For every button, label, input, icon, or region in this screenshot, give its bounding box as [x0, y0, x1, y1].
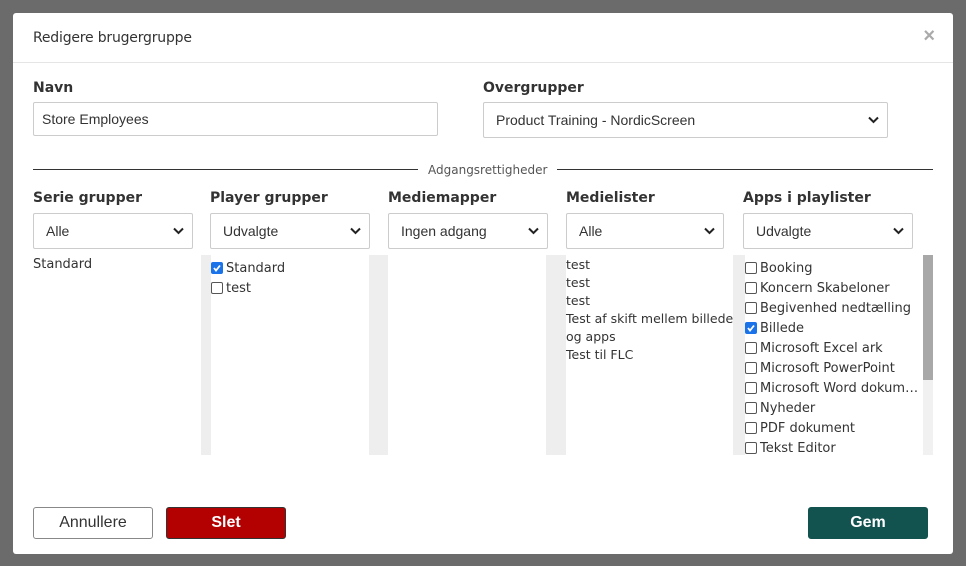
app-item-label: Microsoft PowerPoint: [760, 360, 895, 376]
apps-list-content: Booking Koncern Skabeloner Begivenhed nedt…: [745, 255, 923, 455]
list-item[interactable]: Standard: [33, 255, 193, 273]
checkbox[interactable]: [745, 302, 757, 314]
chevron-down-icon: [528, 227, 539, 235]
close-icon[interactable]: ×: [923, 26, 935, 46]
app-item-label: PDF dokument: [760, 420, 856, 436]
list-item[interactable]: PDF dokument: [745, 418, 923, 438]
parent-group-select[interactable]: Product Training - NordicScreen: [483, 102, 888, 138]
save-button[interactable]: Gem: [808, 507, 928, 539]
checkbox[interactable]: [745, 342, 757, 354]
app-item-label: Billede: [760, 320, 805, 336]
list-item[interactable]: Nyheder: [745, 398, 923, 418]
chevron-down-icon: [868, 116, 879, 124]
media-lists-list: test test test Test af skift mellem bill…: [556, 255, 734, 455]
apps-select[interactable]: Udvalgte: [743, 213, 913, 249]
checkbox[interactable]: [211, 282, 223, 294]
delete-button[interactable]: Slet: [166, 507, 286, 539]
checkbox[interactable]: [745, 442, 757, 454]
checkbox[interactable]: [745, 402, 757, 414]
apps-value: Udvalgte: [756, 223, 812, 239]
player-groups-list: Standard test: [201, 255, 379, 455]
app-item-label: Booking: [760, 260, 813, 276]
series-groups-value: Alle: [46, 223, 70, 239]
series-groups-select[interactable]: Alle: [33, 213, 193, 249]
list-item[interactable]: Microsoft Excel ark: [745, 338, 923, 358]
list-item[interactable]: og apps: [566, 327, 734, 345]
checkbox[interactable]: [745, 382, 757, 394]
app-item-label: Microsoft Word dokum…: [760, 380, 919, 396]
series-groups-label: Serie grupper: [33, 190, 142, 206]
media-lists-list-content: test test test Test af skift mellem bill…: [566, 255, 734, 455]
list-item[interactable]: Standard: [211, 258, 369, 278]
list-item[interactable]: Tekst Editor: [745, 438, 923, 455]
app-item-label: Koncern Skabeloner: [760, 280, 890, 296]
checkbox[interactable]: [745, 422, 757, 434]
player-groups-select[interactable]: Udvalgte: [210, 213, 370, 249]
app-item-label: Begivenhed nedtælling: [760, 300, 912, 316]
checkbox-checked[interactable]: [211, 262, 223, 274]
list-item[interactable]: test: [566, 273, 734, 291]
list-item[interactable]: Koncern Skabeloner: [745, 278, 923, 298]
media-lists-label: Medielister: [566, 190, 655, 206]
name-label: Navn: [33, 80, 74, 96]
checkbox[interactable]: [745, 262, 757, 274]
list-item[interactable]: Billede: [745, 318, 923, 338]
chevron-down-icon: [173, 227, 184, 235]
cancel-button[interactable]: Annullere: [33, 507, 153, 539]
app-item-label: Nyheder: [760, 400, 816, 416]
list-item[interactable]: Test af skift mellem billede: [566, 309, 734, 327]
media-lists-select[interactable]: Alle: [566, 213, 724, 249]
name-input[interactable]: Store Employees: [33, 102, 438, 136]
list-item[interactable]: Test til FLC: [566, 345, 734, 363]
apps-scrollbar[interactable]: [923, 255, 933, 455]
dialog-title: Redigere brugergruppe: [33, 30, 192, 46]
list-item[interactable]: test: [211, 278, 369, 298]
app-item-label: Tekst Editor: [760, 440, 836, 456]
chevron-down-icon: [893, 227, 904, 235]
section-divider-label: Adgangsrettigheder: [418, 163, 558, 177]
chevron-down-icon: [350, 227, 361, 235]
edit-user-group-dialog: Redigere brugergruppe × Navn Store Emplo…: [13, 13, 953, 554]
media-folders-list-content: [388, 255, 546, 455]
apps-label: Apps i playlister: [743, 190, 871, 206]
series-groups-list: Standard: [33, 255, 193, 455]
player-groups-label: Player grupper: [210, 190, 328, 206]
checkbox-checked[interactable]: [745, 322, 757, 334]
checkbox[interactable]: [745, 362, 757, 374]
list-item[interactable]: Begivenhed nedtælling: [745, 298, 923, 318]
app-item-label: Microsoft Excel ark: [760, 340, 883, 356]
media-folders-label: Mediemapper: [388, 190, 497, 206]
list-item[interactable]: Microsoft PowerPoint: [745, 358, 923, 378]
media-folders-value: Ingen adgang: [401, 223, 487, 239]
list-item[interactable]: test: [566, 291, 734, 309]
media-lists-value: Alle: [579, 223, 603, 239]
list-item[interactable]: Microsoft Word dokum…: [745, 378, 923, 398]
parent-group-value: Product Training - NordicScreen: [496, 112, 696, 128]
player-groups-list-content: Standard test: [211, 255, 369, 455]
dialog-header: Redigere brugergruppe ×: [13, 13, 953, 63]
player-groups-value: Udvalgte: [223, 223, 279, 239]
parent-group-label: Overgrupper: [483, 80, 584, 96]
apps-list: Booking Koncern Skabeloner Begivenhed nedt…: [733, 255, 923, 455]
media-folders-select[interactable]: Ingen adgang: [388, 213, 548, 249]
chevron-down-icon: [704, 227, 715, 235]
media-folders-list: [378, 255, 556, 455]
checkbox[interactable]: [745, 282, 757, 294]
scrollbar-thumb[interactable]: [923, 255, 933, 380]
list-item[interactable]: Booking: [745, 258, 923, 278]
list-item[interactable]: test: [566, 255, 734, 273]
